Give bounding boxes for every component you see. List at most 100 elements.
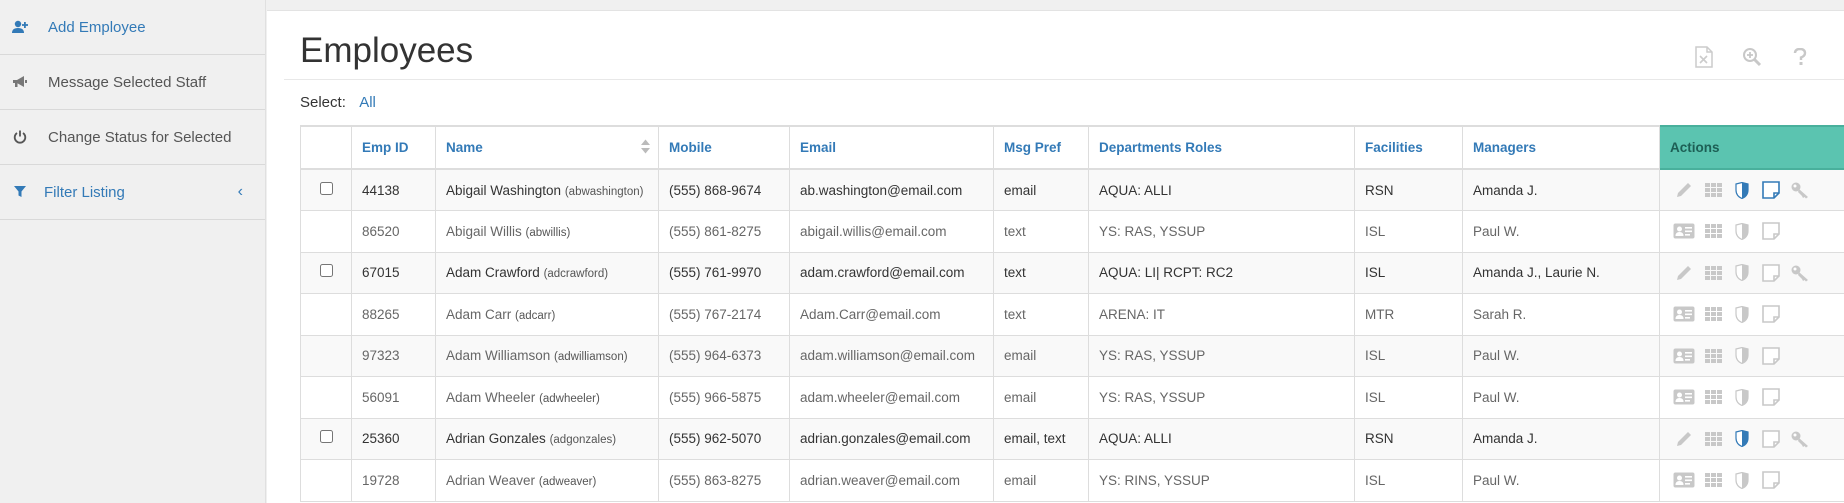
shield-icon[interactable]: [1730, 345, 1754, 367]
mobile-cell: (555) 868-9674: [658, 168, 790, 211]
schedule-grid-icon[interactable]: [1701, 303, 1725, 325]
managers-cell: Paul W.: [1462, 459, 1660, 502]
col-managers[interactable]: Managers: [1462, 125, 1660, 170]
message-selected-staff-button[interactable]: Message Selected Staff: [0, 55, 265, 110]
filter-icon: [10, 182, 30, 202]
shield-icon[interactable]: [1730, 303, 1754, 325]
name-cell[interactable]: Abigail Willis (abwillis): [435, 210, 659, 253]
name-cell[interactable]: Adam Carr (adcarr): [435, 293, 659, 336]
col-mobile[interactable]: Mobile: [658, 125, 790, 170]
add-employee-button[interactable]: Add Employee: [0, 0, 265, 55]
excel-export-icon[interactable]: [1690, 43, 1718, 71]
row-checkbox[interactable]: [319, 430, 333, 444]
page-title: Employees: [300, 31, 474, 70]
key-icon[interactable]: [1788, 262, 1812, 284]
schedule-grid-icon[interactable]: [1701, 345, 1725, 367]
id-card-icon[interactable]: [1672, 469, 1696, 491]
name-cell[interactable]: Adam Wheeler (adwheeler): [435, 376, 659, 419]
departments-roles-cell: ARENA: IT: [1088, 293, 1355, 336]
power-icon: [10, 127, 30, 147]
table-row[interactable]: 19728 Adrian Weaver (adweaver) (555) 863…: [300, 459, 1844, 502]
edit-icon[interactable]: [1672, 179, 1696, 201]
id-card-icon[interactable]: [1672, 220, 1696, 242]
table-row[interactable]: 67015 Adam Crawford (adcrawford) (555) 7…: [300, 251, 1844, 294]
schedule-grid-icon[interactable]: [1701, 262, 1725, 284]
table-row[interactable]: 25360 Adrian Gonzales (adgonzales) (555)…: [300, 417, 1844, 460]
schedule-grid-icon[interactable]: [1701, 220, 1725, 242]
key-icon[interactable]: [1788, 428, 1812, 450]
schedule-grid-icon[interactable]: [1701, 469, 1725, 491]
col-emp-id[interactable]: Emp ID: [351, 125, 436, 170]
mobile-cell: (555) 761-9970: [658, 251, 790, 294]
schedule-grid-icon[interactable]: [1701, 179, 1725, 201]
note-icon[interactable]: [1759, 345, 1783, 367]
msg-pref-cell: email, text: [993, 417, 1089, 460]
name-cell[interactable]: Adam Crawford (adcrawford): [435, 251, 659, 294]
name-cell[interactable]: Adrian Gonzales (adgonzales): [435, 417, 659, 460]
username: (adwilliamson): [554, 351, 628, 364]
shield-icon[interactable]: [1730, 179, 1754, 201]
table-row[interactable]: 88265 Adam Carr (adcarr) (555) 767-2174 …: [300, 293, 1844, 336]
shield-icon[interactable]: [1730, 386, 1754, 408]
note-icon[interactable]: [1759, 469, 1783, 491]
select-cell: [300, 334, 352, 377]
table-row[interactable]: 56091 Adam Wheeler (adwheeler) (555) 966…: [300, 376, 1844, 419]
msg-pref-cell: text: [993, 293, 1089, 336]
shield-icon[interactable]: [1730, 262, 1754, 284]
col-name[interactable]: Name: [435, 125, 659, 170]
row-checkbox[interactable]: [319, 181, 333, 195]
id-card-icon[interactable]: [1672, 345, 1696, 367]
select-cell[interactable]: [300, 251, 352, 294]
table-row[interactable]: 44138 Abigail Washington (abwashington) …: [300, 168, 1844, 211]
managers-cell: Amanda J., Laurie N.: [1462, 251, 1660, 294]
email-cell: abigail.willis@email.com: [789, 210, 994, 253]
schedule-grid-icon[interactable]: [1701, 386, 1725, 408]
col-departments-roles[interactable]: Departments Roles: [1088, 125, 1355, 170]
row-actions: [1670, 262, 1844, 284]
name-cell[interactable]: Adam Williamson (adwilliamson): [435, 334, 659, 377]
filter-listing-toggle[interactable]: Filter Listing ‹: [0, 165, 265, 220]
email-cell: adrian.gonzales@email.com: [789, 417, 994, 460]
emp-id-cell: 88265: [351, 293, 436, 336]
select-label: Select:: [300, 94, 346, 111]
select-cell: [300, 210, 352, 253]
change-status-button[interactable]: Change Status for Selected: [0, 110, 265, 165]
row-checkbox[interactable]: [319, 264, 333, 278]
edit-icon[interactable]: [1672, 428, 1696, 450]
employee-name: Adam Carr: [446, 306, 512, 322]
note-icon[interactable]: [1759, 428, 1783, 450]
table-row[interactable]: 97323 Adam Williamson (adwilliamson) (55…: [300, 334, 1844, 377]
shield-icon[interactable]: [1730, 428, 1754, 450]
note-icon[interactable]: [1759, 179, 1783, 201]
note-icon[interactable]: [1759, 303, 1783, 325]
select-all-link[interactable]: All: [359, 94, 376, 111]
col-facilities[interactable]: Facilities: [1354, 125, 1463, 170]
employee-name: Adam Crawford: [446, 265, 540, 281]
emp-id-cell: 25360: [351, 417, 436, 460]
schedule-grid-icon[interactable]: [1701, 428, 1725, 450]
name-cell[interactable]: Adrian Weaver (adweaver): [435, 459, 659, 502]
msg-pref-cell: email: [993, 459, 1089, 502]
row-actions: [1670, 179, 1844, 201]
help-icon[interactable]: [1786, 43, 1814, 71]
key-icon[interactable]: [1788, 179, 1812, 201]
name-cell[interactable]: Abigail Washington (abwashington): [435, 168, 659, 211]
note-icon[interactable]: [1759, 386, 1783, 408]
table-row[interactable]: 86520 Abigail Willis (abwillis) (555) 86…: [300, 210, 1844, 253]
note-icon[interactable]: [1759, 262, 1783, 284]
shield-icon[interactable]: [1730, 220, 1754, 242]
email-cell: adam.wheeler@email.com: [789, 376, 994, 419]
sort-icon[interactable]: [641, 139, 650, 156]
edit-icon[interactable]: [1672, 262, 1696, 284]
row-actions: [1670, 469, 1844, 491]
id-card-icon[interactable]: [1672, 386, 1696, 408]
username: (abwashington): [564, 185, 644, 198]
select-cell[interactable]: [300, 168, 352, 211]
col-msg-pref[interactable]: Msg Pref: [993, 125, 1089, 170]
note-icon[interactable]: [1759, 220, 1783, 242]
id-card-icon[interactable]: [1672, 303, 1696, 325]
col-email[interactable]: Email: [789, 125, 994, 170]
zoom-in-icon[interactable]: [1738, 43, 1766, 71]
shield-icon[interactable]: [1730, 469, 1754, 491]
select-cell[interactable]: [300, 417, 352, 460]
